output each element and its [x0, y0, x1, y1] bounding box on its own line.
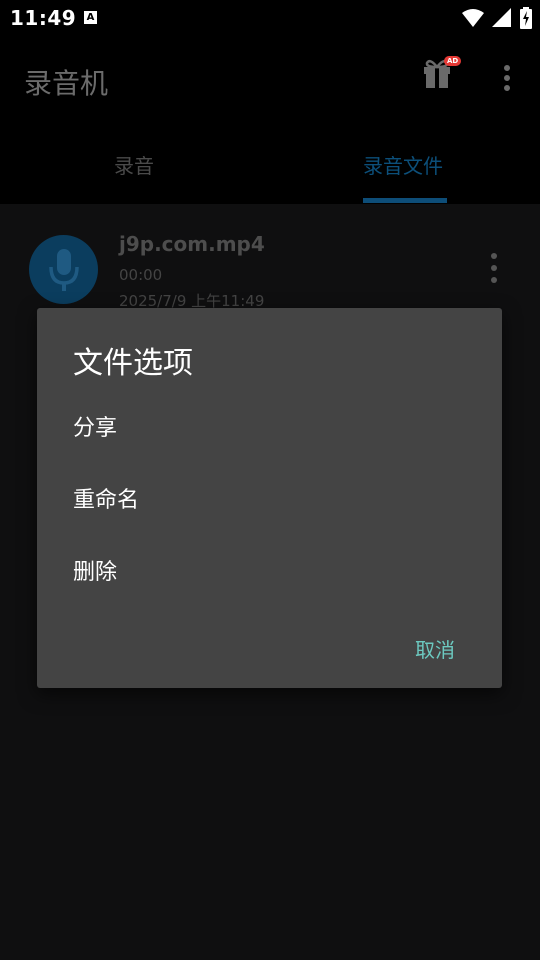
- ad-badge: AD: [444, 56, 462, 66]
- recording-list-item[interactable]: j9p.com.mp4 00:00 2025/7/9 上午11:49: [0, 204, 540, 314]
- tab-bar: 录音 录音文件: [0, 120, 540, 204]
- mic-icon: [48, 248, 79, 291]
- file-options-dialog: 文件选项 分享 重命名 删除 取消: [37, 308, 502, 688]
- option-rename[interactable]: 重命名: [73, 482, 139, 514]
- status-icons: [462, 7, 532, 29]
- app-title: 录音机: [24, 67, 109, 100]
- item-more-vert-icon[interactable]: [488, 252, 500, 286]
- status-bar: 11:49 A: [0, 0, 540, 36]
- notification-a-icon: A: [84, 11, 97, 24]
- status-time: 11:49: [10, 6, 77, 30]
- tab-record-files[interactable]: 录音文件: [363, 150, 443, 179]
- recording-duration: 00:00: [119, 266, 163, 284]
- recording-avatar: [29, 235, 98, 304]
- cell-signal-icon: [492, 8, 511, 27]
- battery-charging-icon: [520, 7, 532, 29]
- more-vert-icon[interactable]: [500, 64, 514, 92]
- tab-indicator: [363, 198, 447, 203]
- wifi-icon: [462, 9, 484, 27]
- tab-record[interactable]: 录音: [114, 150, 154, 179]
- option-share[interactable]: 分享: [73, 410, 117, 442]
- cancel-button[interactable]: 取消: [415, 634, 455, 663]
- option-delete[interactable]: 删除: [73, 554, 117, 586]
- app-bar: 录音机: [0, 36, 540, 120]
- recording-name: j9p.com.mp4: [119, 232, 265, 256]
- dialog-title: 文件选项: [73, 346, 193, 381]
